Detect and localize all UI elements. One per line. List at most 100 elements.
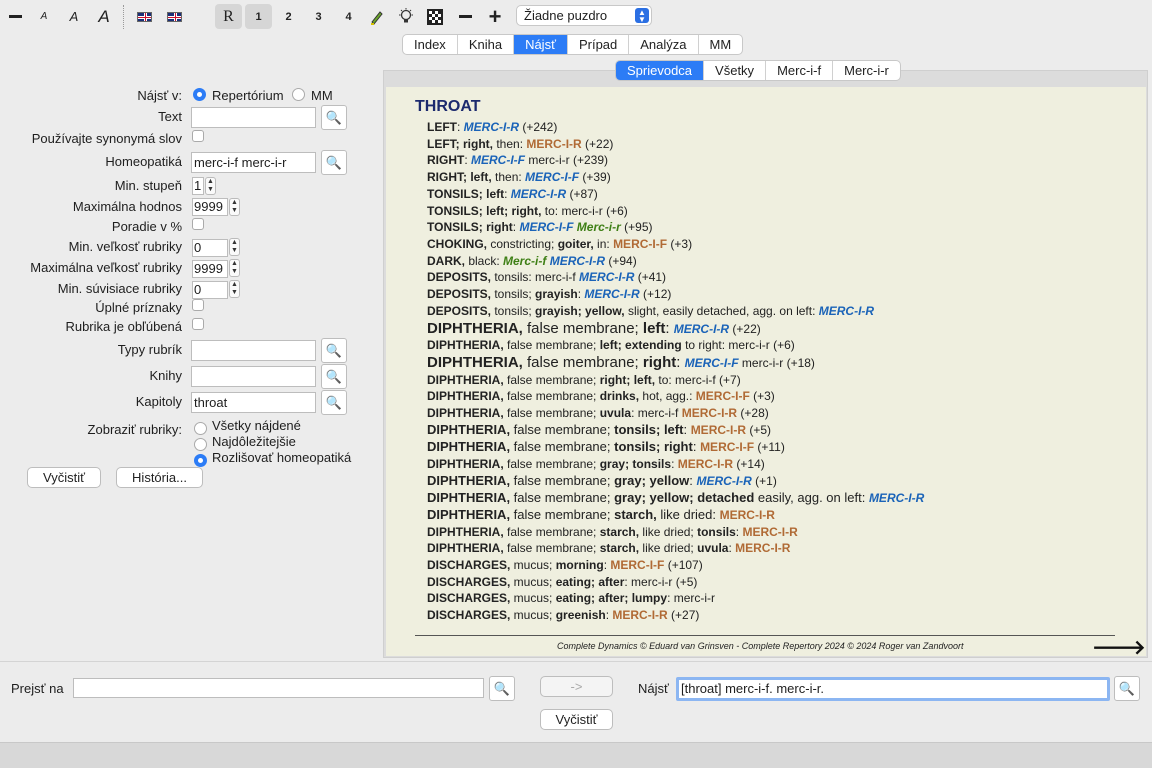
rubric-row[interactable]: DISCHARGES, mucus; morning: MERC-I-F (+1… (427, 557, 1127, 574)
remedy-abbrev[interactable]: MERC-I-R (584, 287, 639, 301)
rubric-row[interactable]: DEPOSITS, tonsils; grayish; yellow, slig… (427, 303, 1127, 320)
remedy-abbrev[interactable]: MERC-I-R (511, 187, 566, 201)
zoom-in-icon[interactable]: + (484, 4, 506, 29)
rubric-row[interactable]: TONSILS; left; right, to: merc-i-r (+6) (427, 203, 1127, 220)
rubric-row[interactable]: LEFT: MERC-I-R (+242) (427, 119, 1127, 136)
rubric-row[interactable]: LEFT; right, then: MERC-I-R (+22) (427, 136, 1127, 153)
remedy-abbrev[interactable]: MERC-I-R (526, 137, 581, 151)
books-input[interactable] (191, 366, 316, 387)
find-search-button[interactable]: 🔍 (1114, 676, 1140, 701)
remedy-abbrev[interactable]: MERC-I-R (696, 474, 751, 488)
case-select[interactable]: Žiadne puzdro ▲ ▼ (516, 5, 652, 26)
remedy-abbrev[interactable]: MERC-I-F (471, 153, 525, 167)
tab-case[interactable]: Prípad (568, 35, 630, 54)
rubric-row[interactable]: DIPHTHERIA, false membrane; starch, like… (427, 540, 1127, 557)
lightbulb-icon[interactable] (395, 4, 417, 29)
rubric-row[interactable]: DISCHARGES, mucus; greenish: MERC-I-R (+… (427, 607, 1127, 624)
radio-mm[interactable] (292, 88, 305, 101)
max-rubric-stepper[interactable]: ▲ ▼ (229, 259, 240, 277)
tab-book[interactable]: Kniha (458, 35, 515, 54)
rubric-row[interactable]: DIPHTHERIA, false membrane; starch, like… (427, 507, 1127, 524)
remedy-abbrev[interactable]: MERC-I-R (869, 491, 924, 505)
next-arrow-icon[interactable]: 🡒 (1092, 635, 1146, 660)
level-2-button[interactable]: 2 (276, 4, 301, 29)
rubric-row[interactable]: DIPHTHERIA, false membrane; tonsils; lef… (427, 422, 1127, 439)
rubric-row[interactable]: RIGHT: MERC-I-F merc-i-r (+239) (427, 152, 1127, 169)
rubric-row[interactable]: DIPHTHERIA, false membrane; left; extend… (427, 337, 1127, 354)
grid-icon[interactable] (424, 4, 446, 29)
subtab-guide[interactable]: Sprievodca (616, 61, 705, 80)
chapters-search-button[interactable]: 🔍 (321, 390, 347, 415)
font-normal-icon[interactable]: A (63, 4, 85, 29)
min-degree-input[interactable]: 1 (192, 177, 204, 195)
books-search-button[interactable]: 🔍 (321, 364, 347, 389)
remedy-abbrev[interactable]: MERC-I-R (612, 608, 667, 622)
rubric-row[interactable]: DIPHTHERIA, false membrane; uvula: merc-… (427, 405, 1127, 422)
rubric-row[interactable]: DARK, black: Merc-i-f MERC-I-R (+94) (427, 253, 1127, 270)
remedy-abbrev[interactable]: MERC-I-R (682, 406, 737, 420)
remedy-abbrev[interactable]: MERC-I-R (720, 508, 775, 522)
rubric-row[interactable]: DIPHTHERIA, false membrane; gray; tonsil… (427, 456, 1127, 473)
goto-search-button[interactable]: 🔍 (489, 676, 515, 701)
rubric-row[interactable]: DEPOSITS, tonsils; grayish: MERC-I-R (+1… (427, 286, 1127, 303)
favorite-checkbox[interactable] (192, 318, 204, 330)
remedy-abbrev[interactable]: MERC-I-R (464, 120, 519, 134)
history-button[interactable]: História... (116, 467, 203, 488)
clear-button[interactable]: Vyčistiť (27, 467, 101, 488)
find-input[interactable]: [throat] merc-i-f. merc-i-r. (676, 677, 1110, 701)
font-smaller-icon[interactable]: A (34, 4, 54, 29)
goto-arrow-button[interactable]: -> (540, 676, 613, 697)
subtab-all[interactable]: Všetky (704, 61, 767, 80)
remedy-abbrev[interactable]: MERC-I-R (742, 525, 797, 539)
rubric-row[interactable]: DIPHTHERIA, false membrane; right; left,… (427, 372, 1127, 389)
order-pct-checkbox[interactable] (192, 218, 204, 230)
synonyms-checkbox[interactable] (192, 130, 204, 142)
rubric-row[interactable]: CHOKING, constricting; goiter, in: MERC-… (427, 236, 1127, 253)
rubric-row[interactable]: DIPHTHERIA, false membrane; tonsils; rig… (427, 439, 1127, 456)
radio-show-distinguish[interactable] (194, 454, 207, 467)
rubric-row[interactable]: DIPHTHERIA, false membrane; right: MERC-… (427, 354, 1127, 372)
font-larger-icon[interactable]: A (93, 4, 115, 29)
min-related-stepper[interactable]: ▲ ▼ (229, 280, 240, 298)
remedy-input[interactable]: merc-i-f merc-i-r (191, 152, 316, 173)
remedy-abbrev[interactable]: MERC-I-R (691, 423, 746, 437)
zoom-out-icon[interactable] (454, 4, 476, 29)
full-symptoms-checkbox[interactable] (192, 299, 204, 311)
rubric-row[interactable]: DIPHTHERIA, false membrane; starch, like… (427, 524, 1127, 541)
remedy-abbrev[interactable]: MERC-I-F (613, 237, 667, 251)
rubric-row[interactable]: DIPHTHERIA, false membrane; gray; yellow… (427, 473, 1127, 490)
min-related-input[interactable]: 0 (192, 281, 228, 299)
level-3-button[interactable]: 3 (306, 4, 331, 29)
subtab-merc-i-r[interactable]: Merc-i-r (833, 61, 900, 80)
remedy-abbrev[interactable]: Merc-i-r (577, 220, 621, 234)
min-rubric-input[interactable]: 0 (192, 239, 228, 257)
rubric-row[interactable]: RIGHT; left, then: MERC-I-F (+39) (427, 169, 1127, 186)
rubric-row[interactable]: DEPOSITS, tonsils: merc-i-f MERC-I-R (+4… (427, 269, 1127, 286)
chapters-input[interactable]: throat (191, 392, 316, 413)
remedy-abbrev[interactable]: MERC-I-F (519, 220, 573, 234)
flag-uk-icon[interactable] (133, 4, 155, 29)
level-4-button[interactable]: 4 (336, 4, 361, 29)
rubric-row[interactable]: DIPHTHERIA, false membrane; gray; yellow… (427, 490, 1127, 507)
max-value-input[interactable]: 9999 (192, 198, 228, 216)
max-value-stepper[interactable]: ▲ ▼ (229, 198, 240, 216)
radio-show-all[interactable] (194, 422, 207, 435)
subtab-merc-i-f[interactable]: Merc-i-f (766, 61, 834, 80)
remedy-abbrev[interactable]: MERC-I-F (525, 170, 579, 184)
rubric-row[interactable]: DIPHTHERIA, false membrane; left: MERC-I… (427, 320, 1127, 338)
rubric-row[interactable]: DIPHTHERIA, false membrane; drinks, hot,… (427, 388, 1127, 405)
rubric-row[interactable]: TONSILS; right: MERC-I-F Merc-i-r (+95) (427, 219, 1127, 236)
minus-icon[interactable] (4, 4, 26, 29)
min-degree-stepper[interactable]: ▲ ▼ (205, 177, 216, 195)
remedy-abbrev[interactable]: MERC-I-F (700, 440, 754, 454)
tab-analysis[interactable]: Analýza (629, 35, 699, 54)
max-rubric-input[interactable]: 9999 (192, 260, 228, 278)
highlighter-icon[interactable] (366, 4, 388, 29)
rubric-types-search-button[interactable]: 🔍 (321, 338, 347, 363)
tab-index[interactable]: Index (403, 35, 458, 54)
remedy-search-button[interactable]: 🔍 (321, 150, 347, 175)
tab-mm[interactable]: MM (699, 35, 743, 54)
remedy-abbrev[interactable]: MERC-I-R (674, 322, 729, 336)
rubric-row[interactable]: DISCHARGES, mucus; eating; after: merc-i… (427, 574, 1127, 591)
text-input[interactable] (191, 107, 316, 128)
